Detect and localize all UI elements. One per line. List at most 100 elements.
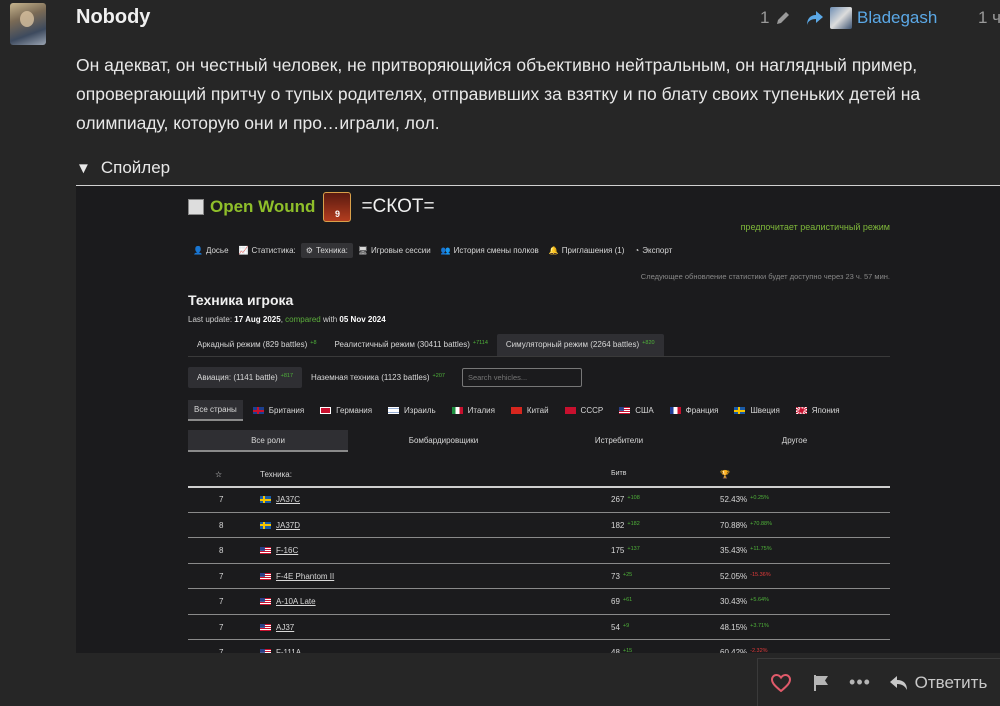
type-ground[interactable]: Наземная техника (1123 battles) +207 [302,367,454,388]
next-update-note: Следующее обновление статистики будет до… [640,272,890,281]
vehicle-tier: 7 [219,622,224,632]
country-flag-icon [188,199,204,215]
win-rate: 60.42% -2.32% [720,648,768,653]
bell-icon: 🔔 [548,246,559,255]
ellipsis-icon: ••• [849,672,871,692]
country-usa[interactable]: США [613,401,659,420]
tab-dossier[interactable]: 👤 Досье [188,243,234,258]
edit-history[interactable]: 1 [760,6,791,30]
win-delta: -15.36% [750,571,771,578]
edit-count: 1 [760,8,770,27]
reply-label: Ответить [914,672,988,692]
header-vehicle[interactable]: Техника: [260,470,292,479]
tab-stats[interactable]: 📈 Статистика: [234,243,301,258]
country-japan[interactable]: Япония [790,401,846,420]
vehicle-link[interactable]: AJ37 [276,623,294,632]
win-rate: 30.43% +5.64% [720,597,769,606]
country-all[interactable]: Все страны [188,400,243,421]
vehicle-link[interactable]: JA37C [276,495,300,504]
country-china[interactable]: Китай [505,401,555,420]
header-battles[interactable]: Битв [611,470,626,477]
vehicle-tier: 7 [219,495,224,504]
role-all[interactable]: Все роли [188,430,348,452]
mode-simulator[interactable]: Симуляторный режим (2264 battles) +820 [496,334,664,356]
japan-flag-icon [795,407,807,414]
battles-delta: +182 [627,520,640,527]
battles-count: 54 +9 [611,622,630,632]
tab-sessions[interactable]: 🖥 Игровые сессии [353,243,436,258]
heart-icon [771,673,791,692]
vehicle-link[interactable]: F-4E Phantom II [276,572,334,581]
profile-tabs: 👤 Досье 📈 Статистика: ⚙ Техника: 🖥 Игровые с… [188,243,677,258]
win-delta: +0.25% [750,495,769,501]
country-britain[interactable]: Британия [247,401,310,420]
battles-delta: +9 [622,622,630,629]
country-filter: Все страны Британия Германия Израиль Ита… [188,400,890,421]
vehicle-link[interactable]: JA37D [276,521,300,530]
role-other[interactable]: Другое [715,430,875,450]
table-row: 7 JA37C 267 +108 52.43% +0.25% [188,487,890,513]
vehicle-tier: 8 [219,546,224,555]
tab-export[interactable]: ◔ Экспорт [629,243,677,258]
country-sweden[interactable]: Швеция [728,401,785,420]
usa-flag-icon [260,572,271,580]
like-button[interactable] [758,663,804,703]
mode-arcade[interactable]: Аркадный режим (829 battles) +8 [188,334,326,356]
reply-to-username: Bladegash [857,8,938,27]
country-israel[interactable]: Израиль [382,401,442,420]
spoiler-toggle[interactable]: ▼ Спойлер [76,158,170,178]
flag-button[interactable] [804,663,838,703]
star-icon[interactable]: ☆ [215,470,222,479]
battles-delta: +108 [627,495,640,501]
tab-invites[interactable]: 🔔 Приглашения (1) [544,243,630,258]
battles-count: 48 +15 [611,648,633,653]
reply-to-link[interactable]: Bladegash [806,6,937,30]
mode-realistic[interactable]: Реалистичный режим (30411 battles) +7114 [326,334,497,356]
reply-icon [889,675,907,690]
country-germany[interactable]: Германия [314,401,378,420]
vehicle-link[interactable]: F-16C [276,546,298,555]
usa-flag-icon [260,598,271,605]
win-rate: 48.15% +3.71% [720,622,769,632]
embedded-screenshot[interactable]: Open Wound 9 =СКОТ= предпочитает реалист… [76,186,1000,653]
battles-delta: +25 [622,571,633,578]
usa-flag-icon [260,649,271,653]
uk-flag-icon [252,407,264,414]
table-row: 8 JA37D 182 +182 70.88% +70.88% [188,513,890,538]
battles-count: 182 +182 [611,520,640,530]
vehicle-link[interactable]: A-10A Late [276,597,316,606]
win-rate: 52.05% -15.36% [720,571,771,581]
role-bombers[interactable]: Бомбардировщики [364,430,524,450]
monitor-icon: 🖥 [357,246,369,255]
sweden-flag-icon [260,496,271,503]
country-italy[interactable]: Италия [446,401,501,420]
win-rate: 70.88% +70.88% [720,520,773,530]
compared-link[interactable]: compared [285,315,321,324]
type-aviation[interactable]: Авиация: (1141 battle) +817 [188,367,303,388]
more-button[interactable]: ••• [838,663,882,703]
user-icon: 👤 [193,246,203,255]
avatar[interactable] [10,3,46,45]
reply-button[interactable]: Ответить [882,663,994,703]
ussr-flag-icon [564,407,576,414]
country-france[interactable]: Франция [664,401,725,420]
country-ussr[interactable]: СССР [559,401,610,420]
table-row: 7 F-4E Phantom II 73 +25 52.05% -15.36% [188,564,890,589]
reply-arrow-icon [807,11,823,25]
tab-squadron-history[interactable]: 👥 История смены полков [436,243,544,258]
role-filter: Все роли Бомбардировщики Истребители Дру… [188,430,890,452]
post-time[interactable]: 1 ч [978,6,1000,30]
vehicle-tier: 8 [219,520,224,530]
search-vehicles-input[interactable] [461,368,582,387]
tab-vehicles[interactable]: ⚙ Техника: [300,243,353,258]
battles-count: 175 +137 [611,546,640,555]
win-delta: +70.88% [750,520,773,527]
section-title: Техника игрока [188,292,294,308]
squadron-tag: =СКОТ= [361,196,435,217]
role-fighters[interactable]: Истребители [539,430,699,450]
player-title: Open Wound 9 =СКОТ= [188,192,435,222]
reply-to-avatar [830,7,852,29]
post-username[interactable]: Nobody [76,6,150,29]
trophy-icon[interactable]: 🏆 [720,470,730,479]
vehicle-link[interactable]: F-111A [276,648,301,653]
